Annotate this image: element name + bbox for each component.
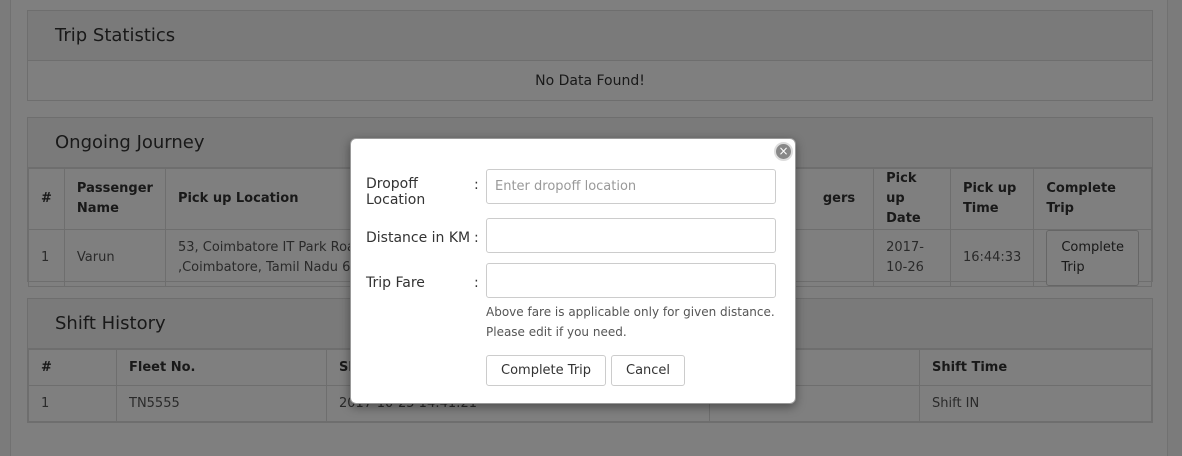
dropoff-location-input[interactable]: [486, 169, 776, 204]
fare-note: Above fare is applicable only for given …: [486, 305, 775, 339]
trip-fare-input[interactable]: [486, 263, 776, 298]
dropoff-label: Dropoff Location: [366, 176, 426, 208]
fare-row: Trip Fare :: [366, 263, 776, 299]
close-icon[interactable]: ×: [774, 142, 793, 161]
complete-trip-modal: × Dropoff Location : Distance in KM : Tr…: [350, 138, 796, 404]
fare-colon: :: [474, 275, 479, 291]
cancel-button[interactable]: Cancel: [611, 355, 686, 386]
dropoff-colon: :: [474, 177, 479, 193]
distance-input[interactable]: [486, 218, 776, 253]
distance-row: Distance in KM :: [366, 218, 776, 254]
distance-label: Distance in KM: [366, 230, 471, 246]
fare-label: Trip Fare: [366, 275, 425, 291]
complete-trip-button[interactable]: Complete Trip: [486, 355, 607, 386]
distance-colon: :: [474, 230, 479, 246]
dropoff-row: Dropoff Location :: [366, 169, 776, 208]
